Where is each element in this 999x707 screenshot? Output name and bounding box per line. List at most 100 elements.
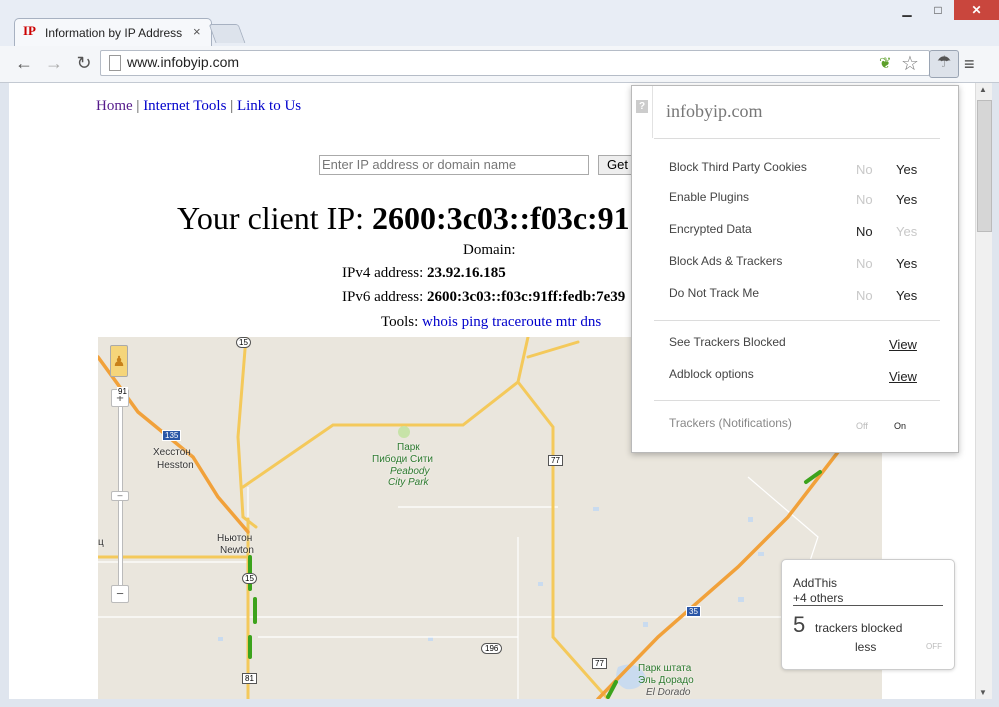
nav-link-to-us-link[interactable]: Link to Us bbox=[237, 98, 301, 114]
nav-home-link[interactable]: Home bbox=[96, 98, 133, 114]
setting-cookies-no[interactable]: No bbox=[856, 162, 873, 177]
nav-internet-tools-link[interactable]: Internet Tools bbox=[143, 98, 226, 114]
scroll-down-arrow-icon[interactable]: ▼ bbox=[979, 688, 987, 697]
umbrella-icon[interactable]: ☂ bbox=[929, 50, 959, 78]
window-frame-left bbox=[0, 83, 9, 699]
notification-less-button[interactable]: less bbox=[855, 640, 876, 654]
map-minor-roads bbox=[98, 476, 882, 699]
setting-label-plugins: Enable Plugins bbox=[669, 190, 750, 204]
view-adblock-link[interactable]: View bbox=[889, 369, 917, 384]
zoom-out-button[interactable]: − bbox=[111, 585, 129, 603]
notifications-off[interactable]: Off bbox=[856, 421, 868, 431]
browser-toolbar: ← → ↻ www.infobyip.com ❦ ☆ ☂ ≡ bbox=[0, 46, 999, 83]
setting-cookies-yes[interactable]: Yes bbox=[896, 162, 917, 177]
setting-encrypted-no[interactable]: No bbox=[856, 224, 873, 239]
ipv6-value: 2600:3c03::f03c:91ff:fedb:7e39 bbox=[427, 289, 626, 305]
map-label-newton: Newton bbox=[220, 545, 254, 556]
client-ip-value: 2600:3c03::f03c:91 bbox=[371, 200, 630, 236]
client-ip-heading: Your client IP: 2600:3c03::f03c:91 bbox=[177, 200, 630, 237]
map-traffic bbox=[248, 470, 822, 699]
map-label-fragment-top: 91 bbox=[117, 387, 128, 396]
park-marker-icon bbox=[398, 426, 410, 438]
forward-arrow-icon[interactable]: → bbox=[42, 52, 66, 74]
notification-separator bbox=[793, 605, 943, 606]
interstate-35-shield: 35 bbox=[686, 606, 701, 617]
route-15-shield: 15 bbox=[242, 573, 257, 584]
route-77-shield: 77 bbox=[548, 455, 563, 466]
zoom-handle[interactable]: – bbox=[111, 491, 129, 501]
scroll-thumb[interactable] bbox=[977, 100, 992, 232]
setting-block-ads-yes[interactable]: Yes bbox=[896, 256, 917, 271]
domain-label: Domain: bbox=[463, 242, 516, 258]
address-bar[interactable]: www.infobyip.com ❦ ☆ bbox=[100, 50, 930, 76]
map-label-city-park: City Park bbox=[388, 477, 429, 488]
tracker-notification: AddThis +4 others 5 trackers blocked les… bbox=[781, 559, 955, 670]
tool-mtr-link[interactable]: mtr bbox=[556, 314, 577, 330]
site-nav: Home | Internet Tools | Link to Us bbox=[96, 98, 301, 115]
notification-count: 5 bbox=[793, 612, 806, 637]
scroll-up-arrow-icon[interactable]: ▲ bbox=[979, 85, 987, 94]
url-text[interactable]: www.infobyip.com bbox=[127, 54, 239, 70]
tools-row: Tools: whois ping traceroute mtr dns bbox=[381, 314, 601, 331]
route-15-shield: 15 bbox=[236, 337, 251, 348]
client-ip-label: Your client IP: bbox=[177, 200, 372, 236]
setting-block-ads-no[interactable]: No bbox=[856, 256, 873, 271]
adblock-options-label: Adblock options bbox=[669, 367, 754, 381]
view-trackers-link[interactable]: View bbox=[889, 337, 917, 352]
get-button[interactable]: Get bbox=[598, 155, 632, 175]
map-highways bbox=[98, 337, 610, 699]
notification-off-toggle[interactable]: OFF bbox=[926, 642, 942, 651]
tools-label: Tools: bbox=[381, 314, 423, 330]
star-icon[interactable]: ☆ bbox=[901, 51, 919, 76]
tool-ping-link[interactable]: ping bbox=[462, 314, 489, 330]
nav-separator: | bbox=[132, 98, 144, 114]
browser-tab[interactable]: IP Information by IP Address × bbox=[14, 18, 212, 47]
reload-icon[interactable]: ↻ bbox=[72, 52, 96, 74]
setting-dnt-yes[interactable]: Yes bbox=[896, 288, 917, 303]
map-label-fragment: ц bbox=[98, 537, 104, 548]
popup-separator bbox=[654, 320, 940, 321]
notification-text: trackers blocked bbox=[815, 621, 903, 635]
interstate-135-shield: 135 bbox=[162, 430, 182, 441]
ipv6-label: IPv6 address: bbox=[342, 289, 427, 305]
page-icon bbox=[109, 55, 121, 71]
window-frame-bottom bbox=[0, 699, 999, 707]
notification-source: AddThis bbox=[793, 576, 838, 590]
tool-dns-link[interactable]: dns bbox=[580, 314, 601, 330]
setting-dnt-no[interactable]: No bbox=[856, 288, 873, 303]
setting-label-cookies: Block Third Party Cookies bbox=[669, 160, 807, 174]
popup-site-title: infobyip.com bbox=[666, 101, 763, 121]
map-label-newton-ru: Ньютон bbox=[217, 533, 253, 544]
pegman-icon[interactable]: ♟ bbox=[110, 345, 128, 377]
tool-whois-link[interactable]: whois bbox=[422, 314, 458, 330]
back-arrow-icon[interactable]: ← bbox=[12, 52, 36, 74]
ipv4-row: IPv4 address: 23.92.16.185 bbox=[342, 265, 506, 282]
favicon-icon: IP bbox=[23, 23, 36, 38]
route-77-shield: 77 bbox=[592, 658, 607, 669]
help-icon[interactable]: ? bbox=[636, 100, 648, 113]
notifications-on[interactable]: On bbox=[894, 421, 906, 431]
setting-label-dnt: Do Not Track Me bbox=[669, 286, 760, 300]
setting-plugins-no[interactable]: No bbox=[856, 192, 873, 207]
ip-search-input[interactable]: Enter IP address or domain name bbox=[319, 155, 589, 175]
leaf-icon[interactable]: ❦ bbox=[879, 54, 892, 72]
tab-close-icon[interactable]: × bbox=[193, 24, 201, 39]
tab-title: Information by IP Address bbox=[45, 26, 183, 40]
map-label-eldorado-park-ru: Парк штата bbox=[638, 663, 692, 674]
tool-traceroute-link[interactable]: traceroute bbox=[492, 314, 552, 330]
new-tab-button[interactable] bbox=[208, 24, 246, 43]
hamburger-menu-icon[interactable]: ≡ bbox=[964, 54, 975, 75]
map-label-park-ru: Парк bbox=[397, 442, 420, 453]
popup-separator bbox=[654, 400, 940, 401]
notifications-label: Trackers (Notifications) bbox=[669, 416, 792, 430]
setting-plugins-yes[interactable]: Yes bbox=[896, 192, 917, 207]
maximize-button[interactable]: □ bbox=[922, 0, 954, 20]
privacy-popup: ? infobyip.com Block Third Party Cookies… bbox=[631, 85, 959, 453]
nav-separator: | bbox=[226, 98, 237, 114]
setting-encrypted-yes[interactable]: Yes bbox=[896, 224, 917, 239]
map-label-hesston-ru: Хесстон bbox=[153, 447, 191, 458]
map-label-hesston: Hesston bbox=[157, 460, 194, 471]
window-frame-right bbox=[992, 83, 999, 707]
minimize-button[interactable]: ▁ bbox=[890, 0, 924, 20]
close-window-button[interactable]: ✕ bbox=[954, 0, 999, 20]
